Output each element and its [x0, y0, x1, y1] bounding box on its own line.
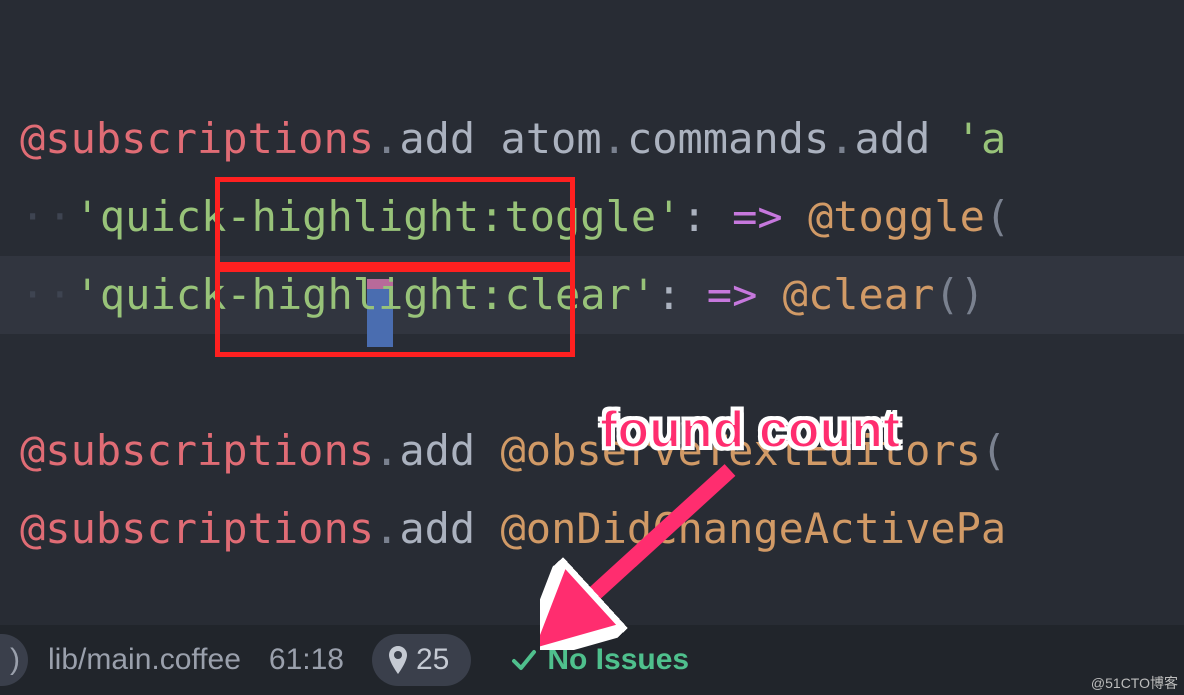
check-icon [511, 647, 537, 673]
identifier: subscriptions [45, 114, 374, 163]
annotation-label: found count [600, 400, 900, 460]
file-path[interactable]: lib/main.coffee [48, 643, 241, 677]
no-issues-indicator[interactable]: No Issues [511, 643, 689, 677]
code-editor[interactable]: @subscriptions.add atom.commands.add 'a … [0, 0, 1184, 625]
code-line-empty [0, 334, 1184, 412]
code-line: @subscriptions.add @observeTextEditors( [0, 412, 1184, 490]
watermark: @51CTO博客 [1091, 673, 1178, 693]
code-line: @subscriptions.add atom.commands.add 'a [0, 100, 1184, 178]
status-edge[interactable]: ) [0, 634, 28, 686]
code-line: @subscriptions.add @onDidChangeActivePa [0, 490, 1184, 568]
status-bar: ) lib/main.coffee 61:18 25 No Issues [0, 625, 1184, 695]
code-line: ··'quick-highlight:toggle': => @toggle( [0, 178, 1184, 256]
pin-icon [386, 644, 410, 676]
code-line-current: ··'quick-highlight:clear': => @clear() [0, 256, 1184, 334]
found-count-value: 25 [416, 643, 449, 677]
found-count-pill[interactable]: 25 [372, 634, 471, 686]
cursor-position[interactable]: 61:18 [269, 643, 344, 677]
at-sign: @ [20, 114, 45, 163]
